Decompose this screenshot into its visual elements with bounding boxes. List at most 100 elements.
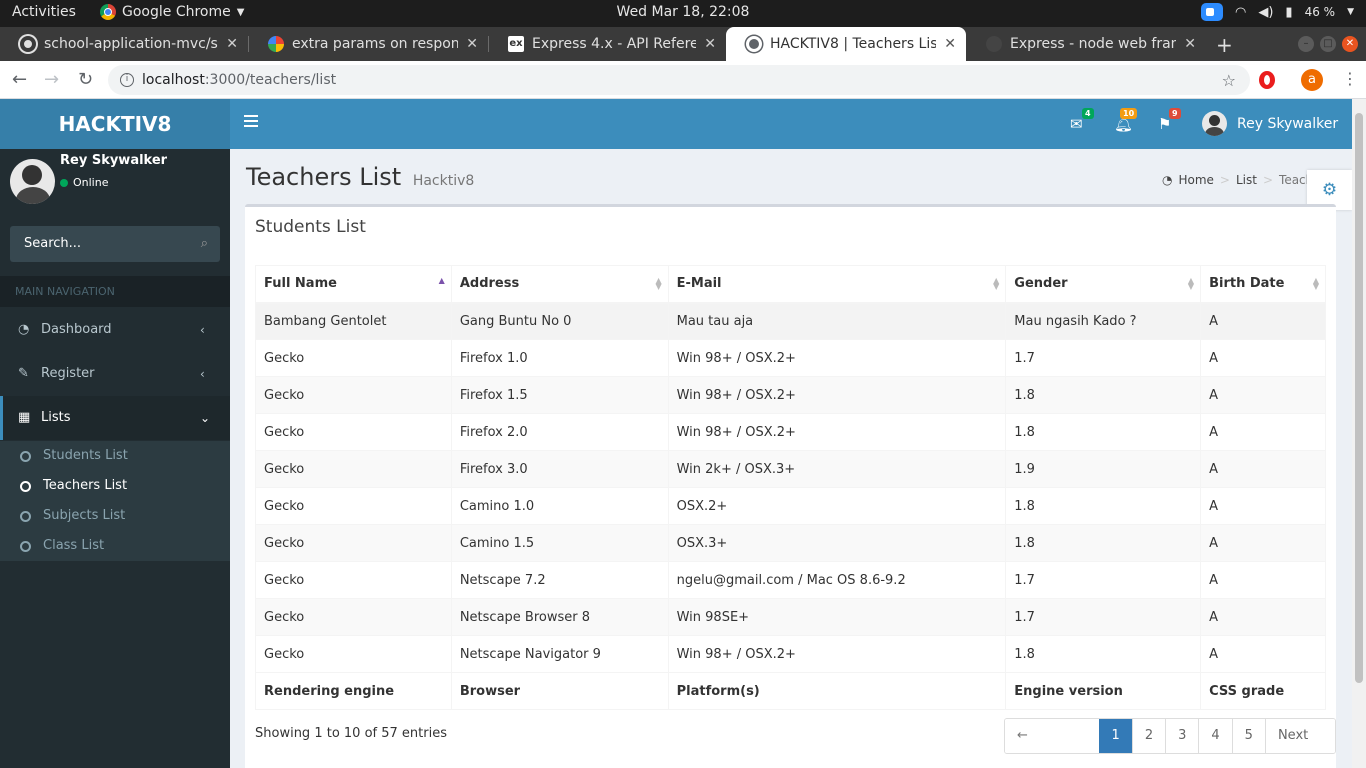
column-footer: Browser <box>450 672 669 710</box>
table-cell: Firefox 2.0 <box>450 413 669 451</box>
table-row: Gecko Firefox 1.5 Win 98+ / OSX.2+ 1.8 A <box>255 376 1326 414</box>
close-icon[interactable]: ✕ <box>226 36 238 52</box>
sidebar-item-teachers-list[interactable]: Teachers List <box>20 471 127 501</box>
messages-badge: 4 <box>1082 108 1094 119</box>
page-3-button[interactable]: 3 <box>1165 719 1199 753</box>
user-panel <box>10 159 55 204</box>
tab-express-api[interactable]: ex Express 4.x - API Referenc ✕ <box>488 27 726 61</box>
reload-icon[interactable]: ↻ <box>78 69 93 90</box>
user-menu[interactable]: Rey Skywalker <box>1202 111 1338 136</box>
sidebar-item-subjects-list[interactable]: Subjects List <box>20 501 125 531</box>
close-icon[interactable]: ✕ <box>1184 36 1196 52</box>
table-cell: 1.7 <box>1005 598 1202 636</box>
table-cell: Gecko <box>255 450 452 488</box>
minimize-icon[interactable]: – <box>1298 36 1314 52</box>
tab-teachers-list[interactable]: HACKTIV8 | Teachers List ✕ <box>726 27 966 61</box>
back-icon[interactable]: ← <box>12 69 27 90</box>
table-cell: Win 98+ / OSX.2+ <box>667 376 1007 414</box>
pagination: ← Previous 1 2 3 4 5 Next → <box>1004 718 1336 754</box>
hamburger-menu-icon[interactable] <box>244 115 258 127</box>
page-1-button[interactable]: 1 <box>1098 719 1132 753</box>
url-path: :3000/teachers/list <box>204 72 337 88</box>
page-scrollbar[interactable] <box>1352 99 1366 768</box>
table-cell: A <box>1200 450 1326 488</box>
more-menu-icon[interactable]: ⋮ <box>1342 69 1358 88</box>
table-cell: Netscape Browser 8 <box>450 598 669 636</box>
column-header[interactable]: Full Name ▲ <box>255 265 452 304</box>
close-icon[interactable]: ✕ <box>944 36 956 52</box>
envelope-icon[interactable]: ✉ <box>1070 115 1083 133</box>
next-page-button[interactable]: Next → <box>1264 719 1335 753</box>
previous-page-button[interactable]: ← Previous <box>1005 719 1099 753</box>
tab-github[interactable]: school-application-mvc/sc ✕ <box>0 27 248 61</box>
breadcrumb-home[interactable]: Home <box>1178 173 1213 187</box>
battery-level: 46 % <box>1304 5 1336 19</box>
tasks-badge: 9 <box>1169 108 1181 119</box>
system-tray[interactable]: ◠ ◀) ▮ 46 % ▼ <box>1201 3 1354 21</box>
dashboard-icon: ◔ <box>18 322 30 337</box>
address-bar[interactable]: i localhost :3000/teachers/list ☆ <box>108 65 1250 95</box>
profile-avatar[interactable]: a <box>1301 69 1323 91</box>
tab-google[interactable]: extra params on response ✕ <box>248 27 488 61</box>
chevron-down-icon: ▼ <box>236 6 245 18</box>
sidebar-item-dashboard[interactable]: ◔ Dashboard ‹ <box>0 308 230 352</box>
table-cell: Gecko <box>255 561 452 599</box>
search-icon[interactable]: ⌕ <box>201 226 208 262</box>
table-cell: Firefox 3.0 <box>450 450 669 488</box>
sort-icon: ▲ ▼ <box>1312 276 1319 291</box>
table-cell: Win 2k+ / OSX.3+ <box>667 450 1007 488</box>
table-cell: Netscape 7.2 <box>450 561 669 599</box>
table-row: Bambang Gentolet Gang Buntu No 0 Mau tau a… <box>255 302 1326 340</box>
table-cell: A <box>1200 598 1326 636</box>
sidebar-user-name: Rey Skywalker <box>60 153 168 168</box>
close-window-icon[interactable]: ✕ <box>1342 36 1358 52</box>
zoom-icon[interactable] <box>1201 3 1223 21</box>
app-menu[interactable]: Google Chrome ▼ <box>100 4 244 20</box>
table-cell: 1.8 <box>1005 524 1202 562</box>
table-row: Gecko Netscape Navigator 9 Win 98+ / OSX.2… <box>255 635 1326 673</box>
tab-express-node[interactable]: Express - node web frame ✕ <box>966 27 1206 61</box>
close-icon[interactable]: ✕ <box>704 36 716 52</box>
page-5-button[interactable]: 5 <box>1231 719 1265 753</box>
circle-icon <box>20 480 31 492</box>
page-2-button[interactable]: 2 <box>1131 719 1166 753</box>
column-header[interactable]: Gender ▲ ▼ <box>1005 265 1202 304</box>
activities-button[interactable]: Activities <box>12 4 76 20</box>
info-icon[interactable]: i <box>120 73 134 87</box>
chevron-down-icon: ⌄ <box>200 411 211 425</box>
lists-submenu: Students List Teachers List Subjects Lis… <box>0 441 230 561</box>
edit-icon: ✎ <box>18 366 29 381</box>
table-cell: 1.9 <box>1005 450 1202 488</box>
bookmark-star-icon[interactable]: ☆ <box>1222 71 1236 90</box>
sidebar-search-input[interactable]: Search... ⌕ <box>10 226 220 262</box>
maximize-icon[interactable]: □ <box>1320 36 1336 52</box>
avatar <box>1202 111 1227 136</box>
table-cell: Camino 1.0 <box>450 487 669 525</box>
online-dot-icon <box>60 178 68 187</box>
sidebar-item-students-list[interactable]: Students List <box>20 441 128 471</box>
sort-icon: ▲ ▼ <box>993 276 1000 291</box>
page-4-button[interactable]: 4 <box>1198 719 1232 753</box>
notifications-badge: 10 <box>1120 108 1138 119</box>
extension-icon[interactable] <box>1259 71 1275 89</box>
column-header[interactable]: Birth Date ▲ ▼ <box>1200 265 1326 304</box>
close-icon[interactable]: ✕ <box>466 36 478 52</box>
box-title: Students List <box>255 217 366 237</box>
column-footer: CSS grade <box>1200 672 1326 710</box>
circle-icon <box>20 450 31 462</box>
sidebar-item-lists[interactable]: ▦ Lists ⌄ <box>0 396 230 440</box>
forward-icon[interactable]: → <box>44 69 59 90</box>
table-row: Gecko Firefox 3.0 Win 2k+ / OSX.3+ 1.9 A <box>255 450 1326 488</box>
sidebar-item-class-list[interactable]: Class List <box>20 531 104 561</box>
column-header[interactable]: Address ▲ ▼ <box>450 265 669 304</box>
app-logo[interactable]: HACKTIV8 <box>0 99 230 149</box>
column-header[interactable]: E-Mail ▲ ▼ <box>667 265 1007 304</box>
scrollbar-thumb[interactable] <box>1355 113 1363 683</box>
new-tab-button[interactable]: + <box>1216 33 1233 57</box>
table-row: Gecko Firefox 2.0 Win 98+ / OSX.2+ 1.8 A <box>255 413 1326 451</box>
table-cell: Gecko <box>255 598 452 636</box>
sidebar-item-register[interactable]: ✎ Register ‹ <box>0 352 230 396</box>
sort-asc-icon: ▲ <box>438 276 445 285</box>
breadcrumb-list[interactable]: List <box>1236 173 1257 187</box>
table-cell: Netscape Navigator 9 <box>450 635 669 673</box>
